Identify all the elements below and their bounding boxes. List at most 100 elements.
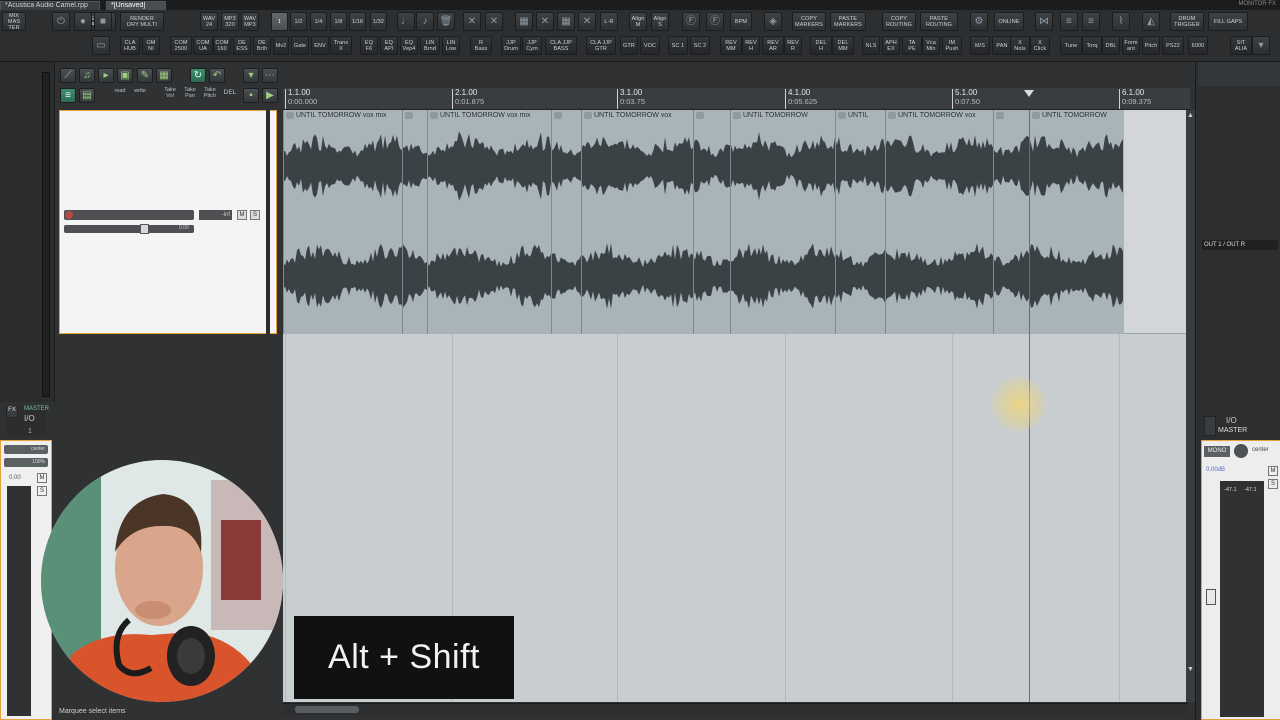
toolbar-wav24-button[interactable]: WAV 24 bbox=[200, 12, 218, 31]
master-fader-knob[interactable] bbox=[1206, 589, 1216, 605]
item-fx-icon[interactable] bbox=[996, 111, 1004, 119]
item-boundary[interactable] bbox=[283, 110, 284, 334]
item-fx-icon[interactable] bbox=[286, 111, 294, 119]
toolbar-fill-gaps-button[interactable]: FILL GAPS bbox=[1208, 12, 1248, 31]
toolbar-s6000-button[interactable]: 6000 bbox=[1188, 36, 1208, 55]
play-icon[interactable]: ▶ bbox=[262, 88, 278, 103]
routing-icon[interactable]: ⋈ bbox=[1035, 12, 1053, 31]
project-tab-active[interactable]: *[Unsaved] bbox=[106, 1, 166, 10]
write-button[interactable]: write bbox=[129, 88, 151, 105]
toolbar-clajjpbass-button[interactable]: CLA JJP BASS bbox=[545, 36, 577, 55]
take-vol-button[interactable]: Take Vol bbox=[159, 87, 181, 104]
folder-icon[interactable]: ▤ bbox=[79, 88, 95, 103]
toolbar-revar-button[interactable]: REV AR bbox=[762, 36, 784, 55]
toolbar-eqf6-button[interactable]: EQ F6 bbox=[360, 36, 378, 55]
stop-icon[interactable]: ■ bbox=[94, 12, 112, 31]
pencil-icon[interactable]: ✎ bbox=[137, 68, 153, 83]
toolbar-rbass-button[interactable]: R Bass bbox=[470, 36, 492, 55]
glue-icon[interactable]: ▣ bbox=[117, 68, 133, 83]
toolbar-copy-markers-button[interactable]: COPY MARKERS bbox=[792, 12, 826, 31]
track-lane[interactable]: UNTIL TOMORROW vox mix UNTIL TOMORROW vox… bbox=[283, 110, 1186, 334]
item-label[interactable]: UNTIL TOMORROW vox bbox=[888, 111, 990, 120]
master-pan-knob[interactable] bbox=[1234, 444, 1248, 458]
monitor-fx-label[interactable]: MONITOR FX bbox=[1238, 1, 1276, 7]
item-fx-icon[interactable] bbox=[838, 111, 846, 119]
volume-fader-knob[interactable] bbox=[140, 224, 149, 234]
toolbar-env-button[interactable]: ENV bbox=[311, 36, 329, 55]
toolbar-sc1-button[interactable]: SC 1 bbox=[668, 36, 688, 55]
mixer-mute-button[interactable]: M bbox=[37, 473, 47, 483]
item-tool-icon[interactable]: ♫ bbox=[79, 68, 95, 83]
item-boundary[interactable] bbox=[885, 110, 886, 334]
item-label[interactable]: UNTIL TOMORROW bbox=[733, 111, 832, 120]
mute-button[interactable]: M bbox=[237, 210, 247, 220]
timeline-ruler[interactable]: 1.1.00 0:00.000 2.1.00 0:01.875 3.1.00 0:03.7… bbox=[283, 88, 1190, 110]
toolbar-com2500-button[interactable]: COM 2500 bbox=[170, 36, 192, 55]
scroll-up-icon[interactable]: ▲ bbox=[1187, 112, 1194, 122]
toolbar-om-ni-button[interactable]: OM NI bbox=[142, 36, 160, 55]
item-label[interactable]: UNTIL TOMORROW bbox=[1032, 111, 1121, 120]
arrange-icon[interactable]: ▭ bbox=[92, 36, 110, 55]
toolbar-g1-button[interactable]: 1 bbox=[271, 12, 288, 31]
toolbar-mv2-button[interactable]: Mv2 bbox=[273, 36, 289, 55]
metronome-icon[interactable]: ♩ bbox=[397, 12, 415, 31]
toolbar-pitch-button[interactable]: Pitch bbox=[1142, 36, 1160, 55]
toolbar-revmm-button[interactable]: REV MM bbox=[720, 36, 742, 55]
take-pan-button[interactable]: Take Pan bbox=[179, 87, 201, 104]
item-boundary[interactable] bbox=[551, 110, 552, 334]
toolbar-g116-button[interactable]: 1/16 bbox=[349, 12, 366, 31]
toolbar-torq-button[interactable]: Torq bbox=[1082, 36, 1102, 55]
toolbar-xclick-button[interactable]: X Click bbox=[1030, 36, 1050, 55]
item-label[interactable]: UNTIL TOMORROW vox mix bbox=[430, 111, 548, 120]
toolbar-paste-markers-button[interactable]: PASTE MARKERS bbox=[830, 12, 866, 31]
fx-bypass-icon[interactable]: Ⓕ bbox=[706, 12, 724, 31]
vertical-scrollbar[interactable]: ▲ ▼ bbox=[1186, 110, 1195, 702]
item-boundary[interactable] bbox=[993, 110, 994, 334]
toolbar-delmm-button[interactable]: DEL MM bbox=[832, 36, 854, 55]
item-boundary[interactable] bbox=[581, 110, 582, 334]
master-mute-button[interactable]: M bbox=[1268, 466, 1278, 476]
toolbar-revh-button[interactable]: REV H bbox=[742, 36, 760, 55]
item-boundary[interactable] bbox=[835, 110, 836, 334]
tcp-resize-handle[interactable] bbox=[266, 110, 270, 334]
toolbar-bpm-button[interactable]: BPM bbox=[730, 12, 752, 31]
item-label[interactable] bbox=[696, 111, 727, 120]
toolbar-gtr-button[interactable]: GTR bbox=[620, 36, 638, 55]
volume-readout[interactable]: -inf bbox=[199, 210, 232, 220]
toolbar-delh-button[interactable]: DEL H bbox=[810, 36, 832, 55]
dropdown-icon[interactable]: ▾ bbox=[1252, 36, 1270, 55]
all-icon[interactable]: ⋯ bbox=[262, 68, 278, 83]
toolbar-transx-button[interactable]: Trans X bbox=[330, 36, 352, 55]
hscroll-thumb[interactable] bbox=[295, 706, 359, 713]
split-icon[interactable]: ▸ bbox=[98, 68, 114, 83]
toolbar-render-dry-button[interactable]: RENDER DRY MULTI bbox=[120, 12, 164, 31]
read-button[interactable]: read bbox=[109, 88, 131, 105]
toolbar-impush-button[interactable]: IM Push bbox=[942, 36, 962, 55]
solo-button[interactable]: S bbox=[250, 210, 260, 220]
toolbar-voc-button[interactable]: VOC bbox=[640, 36, 660, 55]
toolbar-linlow-button[interactable]: LIN Low bbox=[442, 36, 460, 55]
toolbar-pan-button[interactable]: PAN bbox=[992, 36, 1012, 55]
toolbar-sitalia-button[interactable]: SIT ALIA bbox=[1230, 36, 1252, 55]
toolbar-align-s-button[interactable]: Align S bbox=[651, 12, 669, 31]
item-boundary[interactable] bbox=[427, 110, 428, 334]
item-fx-icon[interactable] bbox=[554, 111, 562, 119]
pan-knob[interactable]: center bbox=[4, 445, 48, 454]
item-fx-icon[interactable] bbox=[733, 111, 741, 119]
item-label[interactable] bbox=[554, 111, 578, 120]
undo-icon[interactable]: ↶ bbox=[209, 68, 225, 83]
master-strip[interactable]: MONO center 0.00dB M S -47.1 -47.1 bbox=[1201, 440, 1280, 720]
record-arm-icon[interactable] bbox=[65, 211, 73, 219]
toolbar-gate-button[interactable]: Gate bbox=[291, 36, 309, 55]
loop-icon[interactable]: ↻ bbox=[190, 68, 206, 83]
color2-icon[interactable]: ▦ bbox=[557, 12, 575, 31]
mixer-solo-button[interactable]: S bbox=[37, 486, 47, 496]
color-icon[interactable]: ▦ bbox=[515, 12, 533, 31]
item-label[interactable]: UNTIL bbox=[838, 111, 882, 120]
toolbar-com160-button[interactable]: COM 160 bbox=[213, 36, 231, 55]
toolbar-online-button[interactable]: ONLINE bbox=[994, 12, 1024, 31]
project-tab[interactable]: *Acustica Audio Camel.rpp bbox=[0, 1, 100, 10]
item-boundary[interactable] bbox=[402, 110, 403, 334]
toolbar-g132-button[interactable]: 1/32 bbox=[370, 12, 387, 31]
item-fx-icon[interactable] bbox=[430, 111, 438, 119]
